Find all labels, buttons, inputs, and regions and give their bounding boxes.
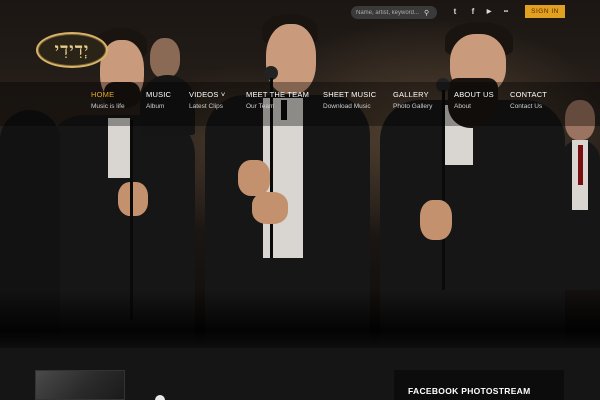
- search-box[interactable]: ⚲: [351, 6, 437, 19]
- sign-in-button[interactable]: SIGN IN: [525, 5, 565, 18]
- nav-sublabel: Download Music: [323, 103, 371, 110]
- nav-sublabel: Latest Clips: [189, 103, 223, 110]
- flickr-icon[interactable]: ••: [500, 6, 512, 18]
- nav-label: ABOUT US: [454, 90, 494, 99]
- nav-sublabel: Music is life: [91, 103, 125, 110]
- nav-label: GALLERY: [393, 90, 429, 99]
- nav-label: MUSIC: [146, 90, 172, 99]
- nav-label: HOME: [91, 90, 115, 99]
- nav-videos[interactable]: VIDEOS ˅ Latest Clips: [189, 90, 225, 110]
- nav-label: MEET THE TEAM: [246, 90, 310, 99]
- nav-sublabel: About: [454, 103, 471, 110]
- facebook-icon[interactable]: f: [467, 6, 479, 18]
- search-input[interactable]: [356, 9, 424, 16]
- nav-sublabel: Our Team: [246, 103, 275, 110]
- nav-about-us[interactable]: ABOUT US About: [454, 90, 494, 110]
- nav-sheet-music[interactable]: SHEET MUSIC Download Music: [323, 90, 376, 110]
- nav-contact[interactable]: CONTACT Contact Us: [510, 90, 547, 110]
- facebook-photostream-title: FACEBOOK PHOTOSTREAM: [408, 386, 531, 396]
- nav-meet-the-team[interactable]: MEET THE TEAM Our Team: [246, 90, 309, 110]
- youtube-icon[interactable]: ▶: [483, 6, 495, 18]
- nav-label: CONTACT: [510, 90, 548, 99]
- nav-sublabel: Album: [146, 103, 165, 110]
- nav-label: SHEET MUSIC: [323, 90, 377, 99]
- nav-home[interactable]: HOME Music is life: [91, 90, 125, 110]
- logo-text: יְדִידִי: [54, 40, 90, 60]
- nav-sublabel: Photo Gallery: [393, 103, 433, 110]
- twitter-icon[interactable]: t: [449, 6, 461, 18]
- nav-sublabel: Contact Us: [510, 103, 543, 110]
- logo[interactable]: יְדִידִי: [36, 32, 108, 68]
- hero-fade: [0, 290, 600, 348]
- search-icon[interactable]: ⚲: [424, 9, 429, 17]
- facebook-photostream-panel: FACEBOOK PHOTOSTREAM: [394, 370, 564, 400]
- player-slider-handle[interactable]: [155, 395, 165, 400]
- nav-gallery[interactable]: GALLERY Photo Gallery: [393, 90, 432, 110]
- album-thumbnail[interactable]: [35, 370, 125, 400]
- nav-label: VIDEOS ˅: [189, 90, 226, 99]
- nav-music[interactable]: MUSIC Album: [146, 90, 171, 110]
